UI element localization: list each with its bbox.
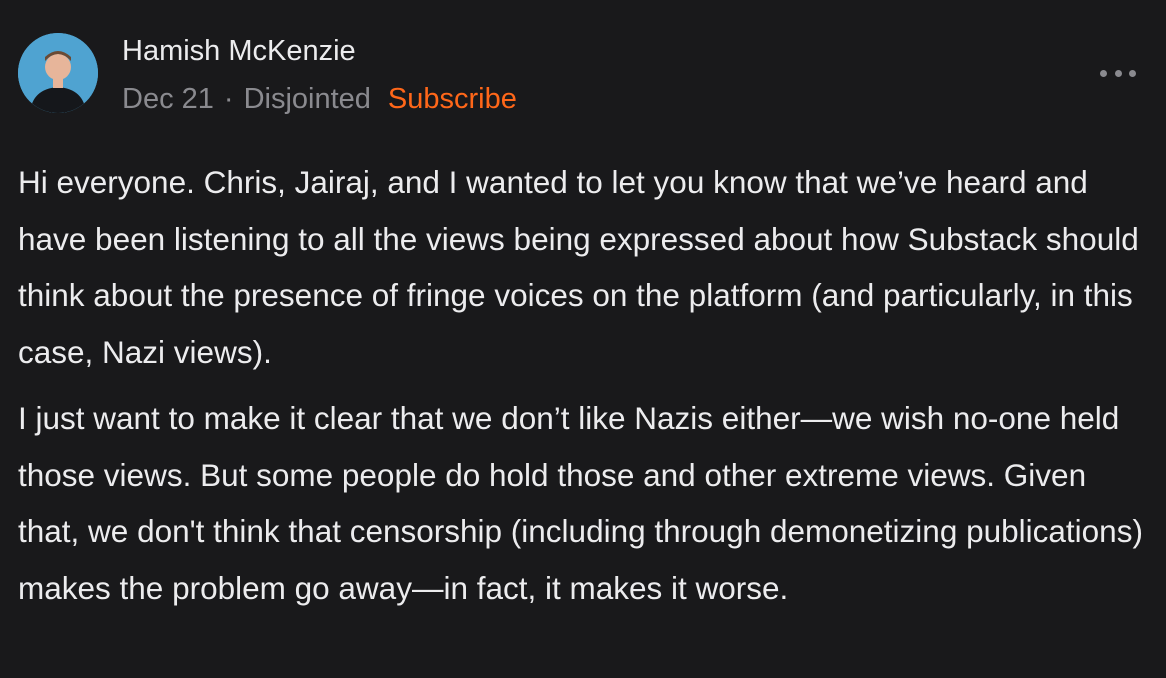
- post-body: Hi everyone. Chris, Jairaj, and I wanted…: [18, 154, 1153, 626]
- post-paragraph: Hi everyone. Chris, Jairaj, and I wanted…: [18, 164, 1139, 370]
- more-dot: [1114, 69, 1122, 77]
- post-paragraph: I just want to make it clear that we don…: [18, 400, 1143, 606]
- publication-name[interactable]: Disjointed: [244, 83, 371, 115]
- meta-separator: ·: [223, 83, 234, 115]
- more-dot: [1100, 69, 1107, 77]
- subscribe-button[interactable]: Subscribe: [388, 83, 517, 115]
- post-date: Dec 21: [122, 83, 214, 115]
- post-meta: Dec 21 · Disjointed Subscribe: [122, 80, 517, 118]
- author-avatar[interactable]: [18, 33, 98, 113]
- more-dot: [1129, 69, 1136, 77]
- more-options-icon[interactable]: [1100, 63, 1136, 83]
- author-name[interactable]: Hamish McKenzie: [122, 33, 356, 69]
